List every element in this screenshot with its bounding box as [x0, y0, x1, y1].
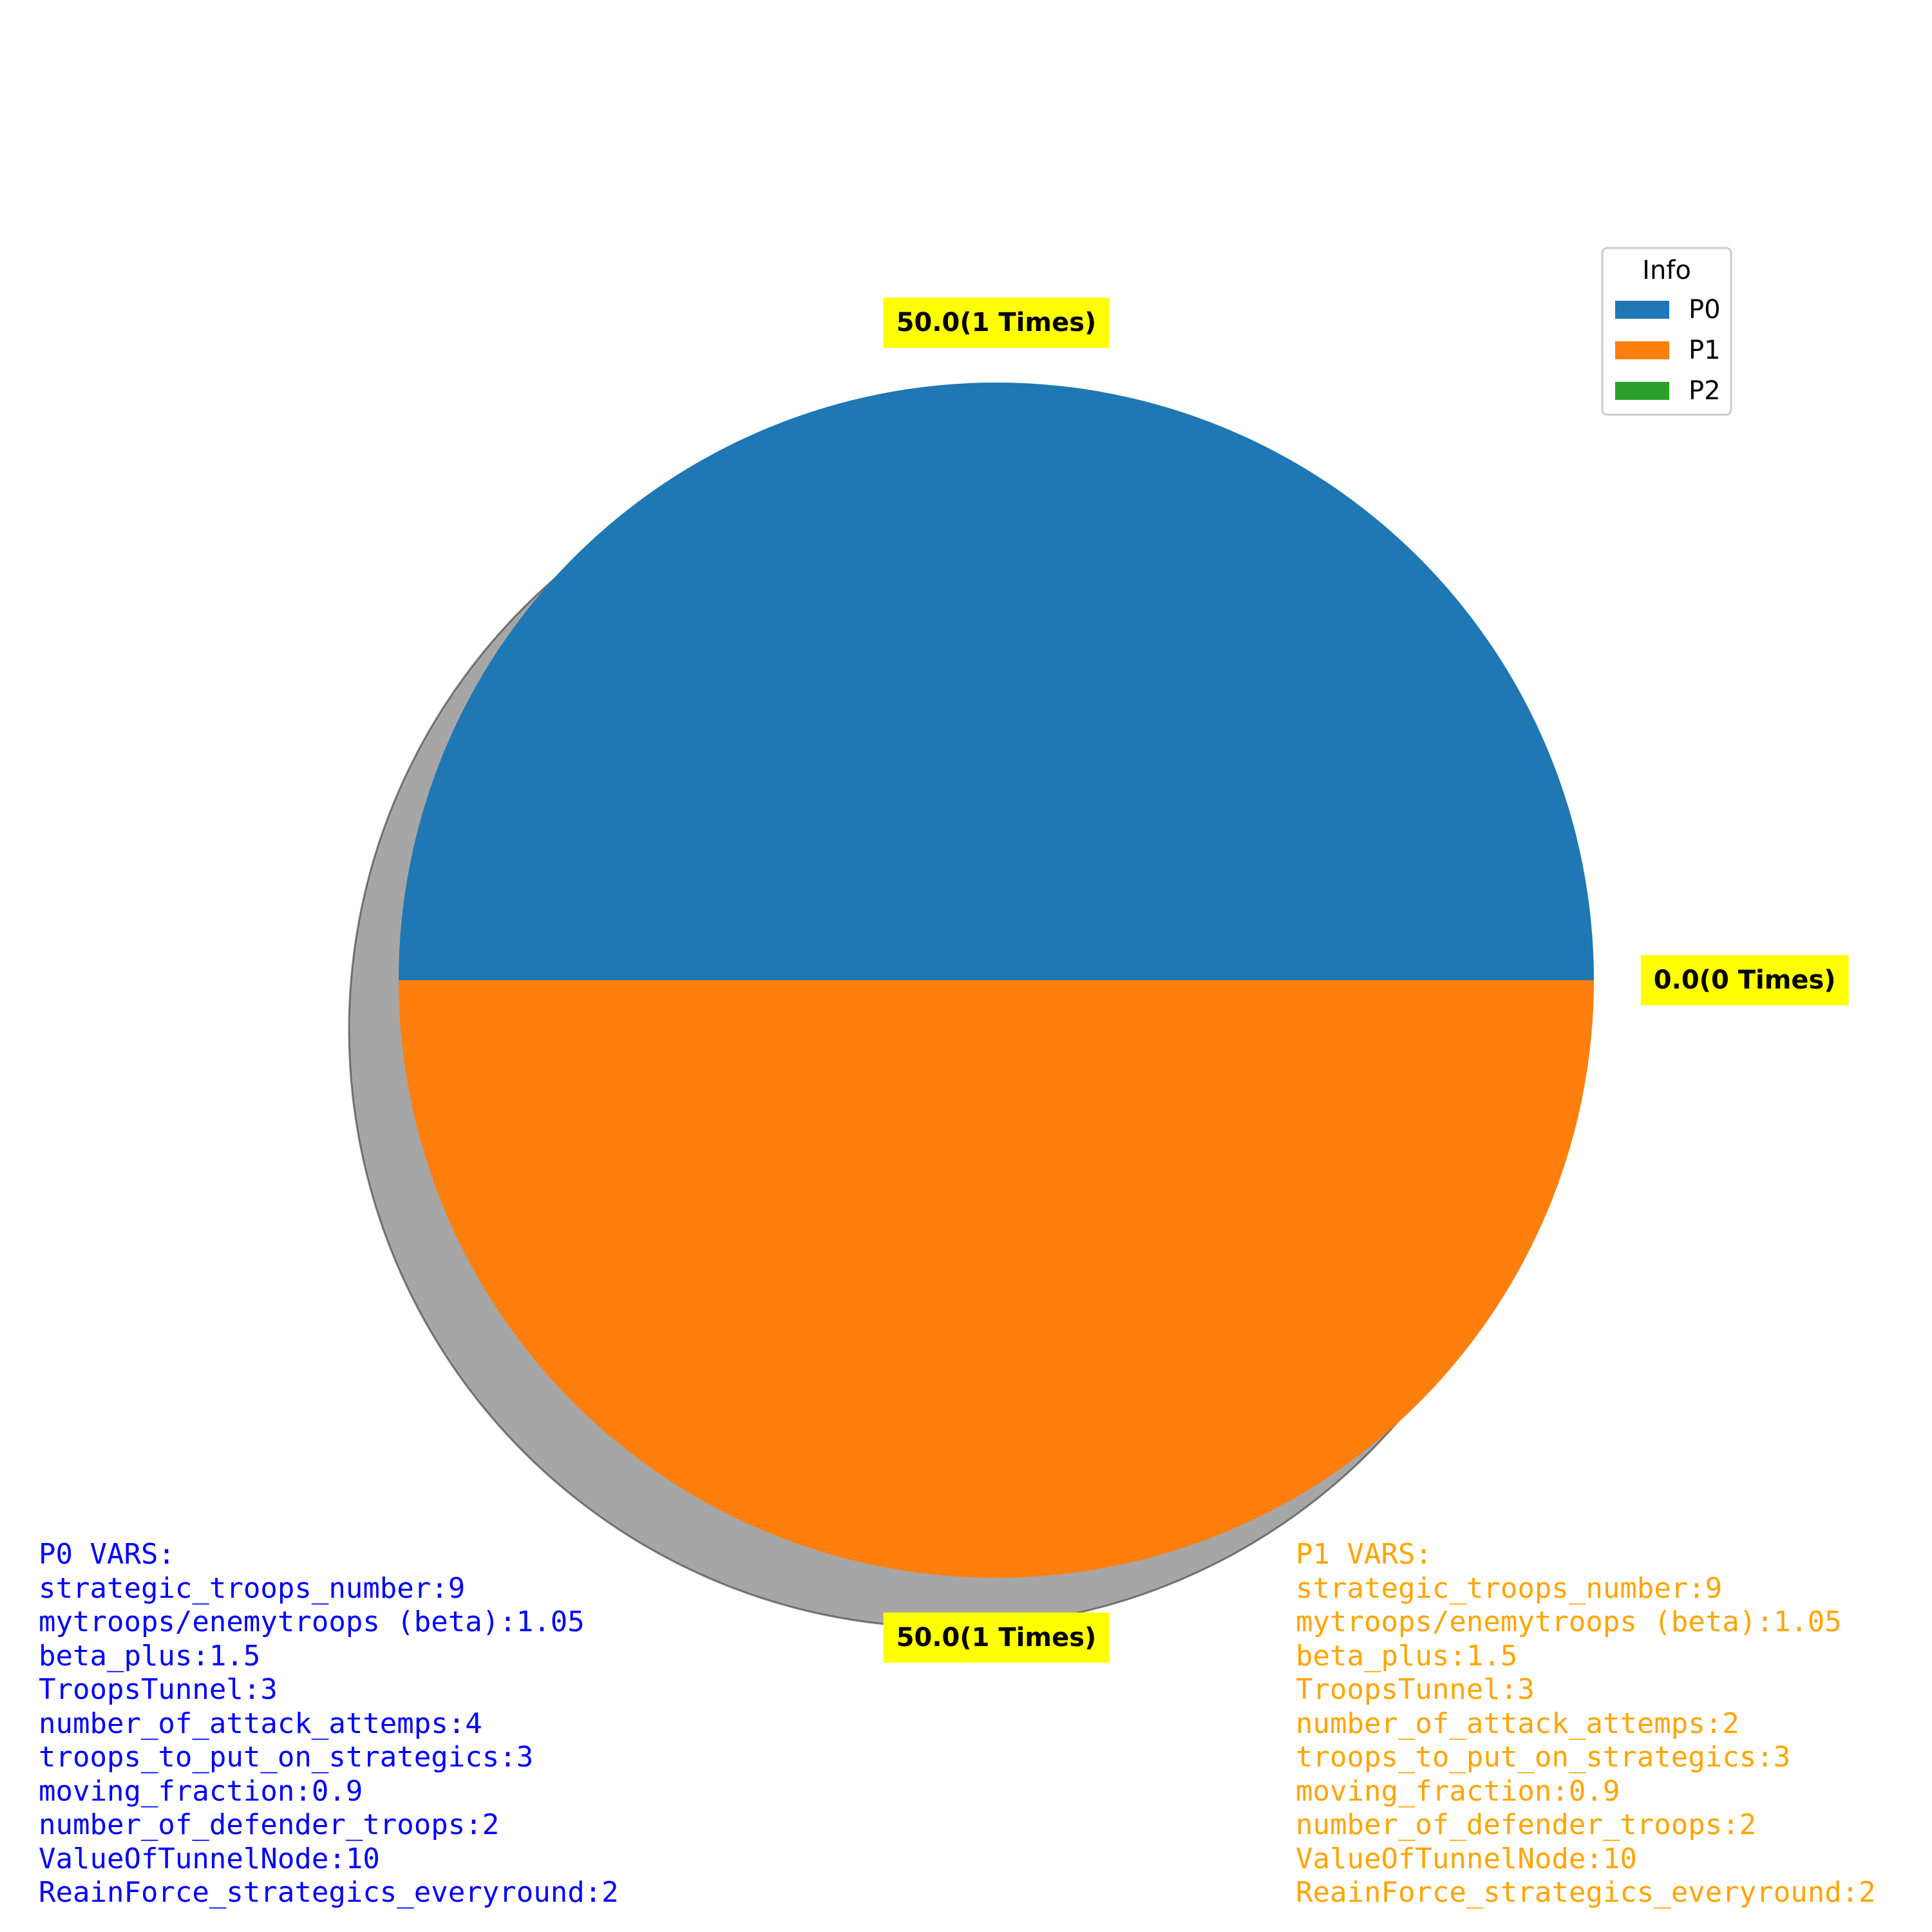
p1-line: number_of_defender_troops:2: [1296, 1808, 1757, 1841]
legend-label: P1: [1689, 336, 1721, 365]
p1-line: P1 VARS:: [1296, 1538, 1432, 1571]
p0-line: moving_fraction:0.9: [39, 1774, 363, 1808]
legend-label: P2: [1689, 376, 1721, 406]
slice-label-text: 50.0(1 Times): [896, 308, 1097, 337]
p1-vars-block: P1 VARS: strategic_troops_number:9 mytroop…: [1296, 1538, 1876, 1910]
legend: Info P0 P1 P2: [1601, 247, 1732, 416]
p0-line: beta_plus:1.5: [39, 1639, 261, 1672]
p1-line: mytroops/enemytroops (beta):1.05: [1296, 1605, 1842, 1638]
p0-line: troops_to_put_on_strategics:3: [39, 1741, 534, 1774]
p0-line: ReainForce_strategics_everyround:2: [39, 1876, 619, 1909]
p1-line: troops_to_put_on_strategics:3: [1296, 1741, 1791, 1774]
p0-line: number_of_attack_attemps:4: [39, 1707, 482, 1740]
legend-label: P0: [1689, 295, 1721, 325]
p0-line: strategic_troops_number:9: [39, 1571, 466, 1605]
legend-swatch: [1615, 301, 1669, 319]
pie-chart: 50.0(1 Times) 50.0(1 Times) 0.0(0 Times) In…: [0, 0, 1932, 1932]
legend-swatch: [1615, 382, 1669, 400]
p0-line: mytroops/enemytroops (beta):1.05: [39, 1605, 585, 1638]
legend-title: Info: [1642, 256, 1691, 285]
pie-slice-p0: [399, 383, 1594, 980]
p0-line: P0 VARS:: [39, 1538, 175, 1571]
p0-line: number_of_defender_troops:2: [39, 1808, 500, 1841]
p0-line: ValueOfTunnelNode:10: [39, 1842, 380, 1875]
slice-label-text: 50.0(1 Times): [896, 1623, 1097, 1653]
p1-line: moving_fraction:0.9: [1296, 1774, 1620, 1808]
slice-label-p1: 50.0(1 Times): [883, 1612, 1110, 1663]
slice-label-p0: 50.0(1 Times): [883, 298, 1110, 348]
p0-vars-block: P0 VARS: strategic_troops_number:9 mytroop…: [39, 1538, 619, 1910]
p1-line: TroopsTunnel:3: [1296, 1673, 1535, 1706]
legend-swatch: [1615, 341, 1669, 359]
p0-line: TroopsTunnel:3: [39, 1673, 278, 1706]
p1-line: strategic_troops_number:9: [1296, 1571, 1723, 1605]
p1-line: number_of_attack_attemps:2: [1296, 1707, 1739, 1740]
p1-line: beta_plus:1.5: [1296, 1639, 1518, 1672]
p1-line: ValueOfTunnelNode:10: [1296, 1842, 1637, 1875]
slice-label-p2: 0.0(0 Times): [1640, 955, 1849, 1005]
slice-label-text: 0.0(0 Times): [1654, 965, 1836, 995]
p1-line: ReainForce_strategics_everyround:2: [1296, 1876, 1876, 1909]
